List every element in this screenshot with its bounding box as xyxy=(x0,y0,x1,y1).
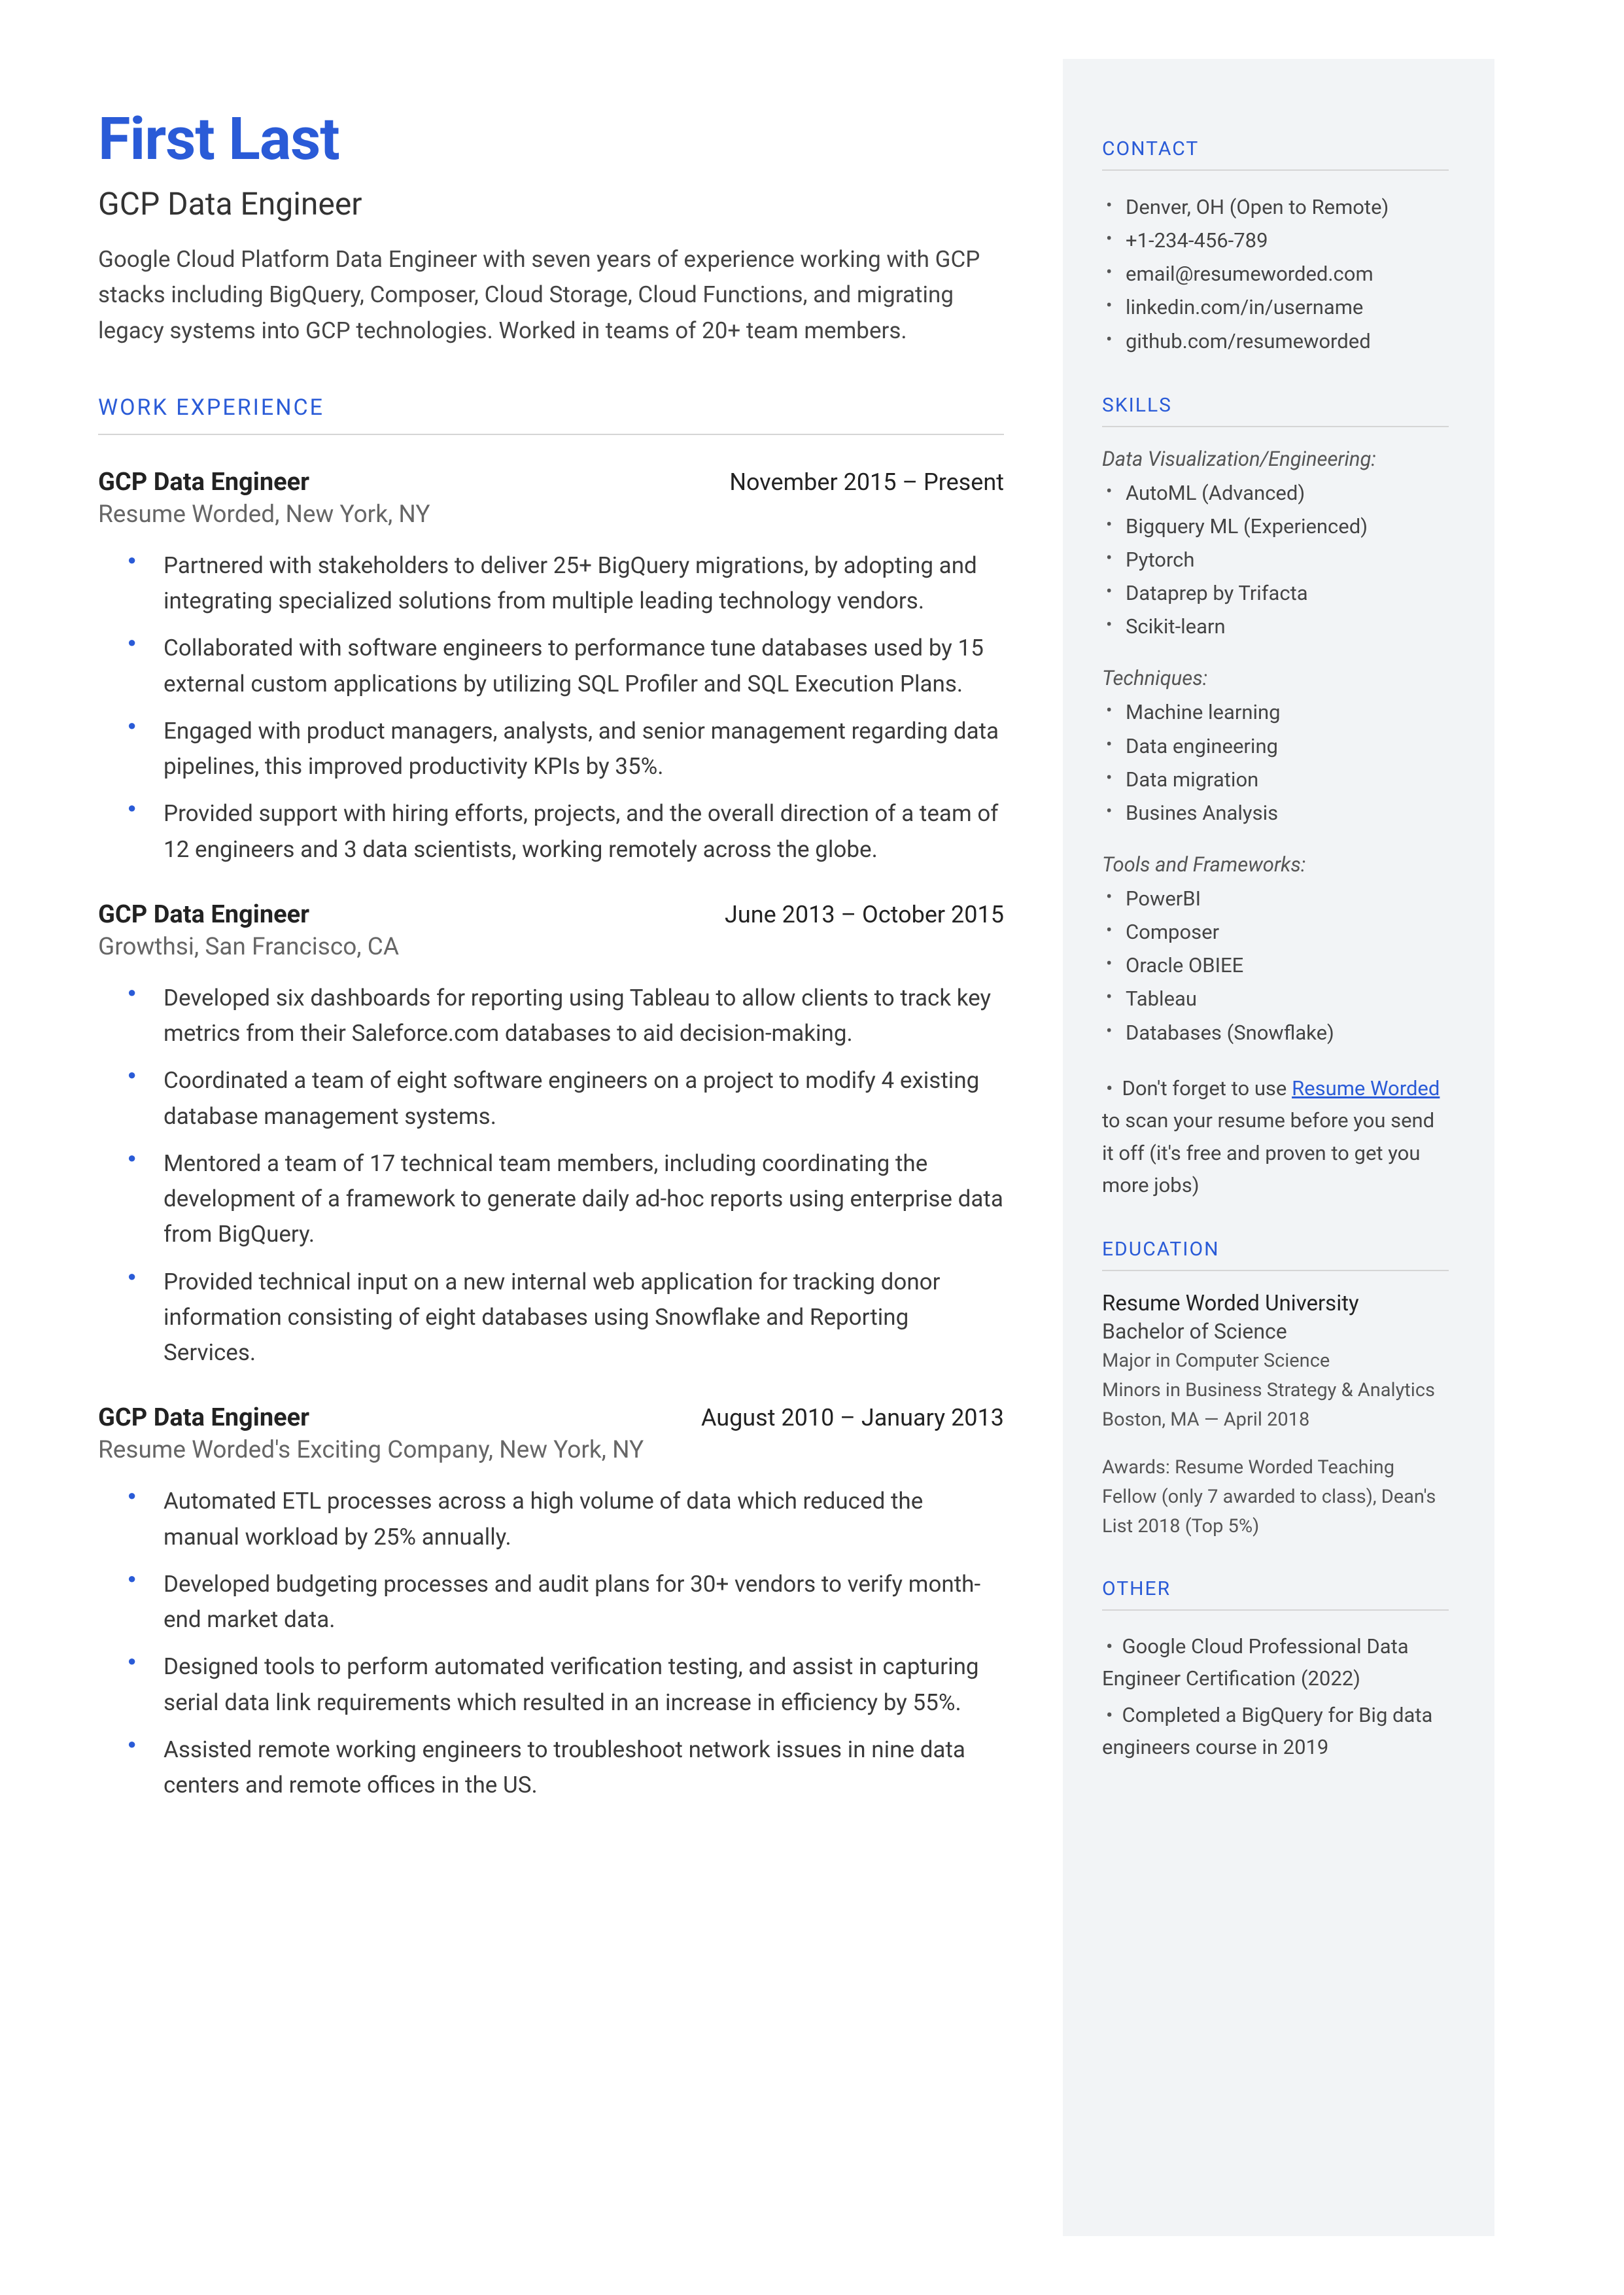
skill-item: Tableau xyxy=(1102,982,1449,1015)
skill-item: Machine learning xyxy=(1102,695,1449,729)
skill-item: Dataprep by Trifacta xyxy=(1102,576,1449,610)
education-heading: EDUCATION xyxy=(1102,1238,1449,1261)
skill-item: Composer xyxy=(1102,915,1449,949)
contact-section: CONTACT Denver, OH (Open to Remote)+1-23… xyxy=(1102,137,1449,358)
education-major: Major in Computer Science xyxy=(1102,1346,1449,1376)
job-bullet: Collaborated with software engineers to … xyxy=(164,631,1004,702)
job-bullet: Partnered with stakeholders to deliver 2… xyxy=(164,548,1004,620)
job-entry: GCP Data Engineer June 2013 – October 201… xyxy=(98,900,1004,1371)
contact-item: email@resumeworded.com xyxy=(1102,257,1449,290)
divider xyxy=(1102,1270,1449,1271)
skills-group-title: Data Visualization/Engineering: xyxy=(1102,447,1449,471)
other-item: Google Cloud Professional Data Engineer … xyxy=(1102,1630,1449,1695)
contact-item: Denver, OH (Open to Remote) xyxy=(1102,190,1449,224)
education-minor: Minors in Business Strategy & Analytics xyxy=(1102,1376,1449,1405)
job-company: Resume Worded, New York, NY xyxy=(98,500,1004,529)
divider xyxy=(98,434,1004,435)
job-title: GCP Data Engineer xyxy=(98,1403,309,1432)
skills-note: Don't forget to use Resume Worded to sca… xyxy=(1102,1072,1449,1202)
skills-group-list: AutoML (Advanced)Bigquery ML (Experience… xyxy=(1102,476,1449,644)
main-column: First Last GCP Data Engineer Google Clou… xyxy=(0,0,1063,2295)
skills-group-list: Machine learningData engineeringData mig… xyxy=(1102,695,1449,830)
contact-item: +1-234-456-789 xyxy=(1102,224,1449,257)
job-dates: November 2015 – Present xyxy=(729,468,1004,496)
education-awards: Awards: Resume Worded Teaching Fellow (o… xyxy=(1102,1453,1449,1541)
job-company: Growthsi, San Francisco, CA xyxy=(98,933,1004,961)
job-entry: GCP Data Engineer November 2015 – Present… xyxy=(98,468,1004,867)
job-bullet: Designed tools to perform automated veri… xyxy=(164,1649,1004,1721)
summary-text: Google Cloud Platform Data Engineer with… xyxy=(98,242,1004,349)
work-experience-heading: WORK EXPERIENCE xyxy=(98,394,1004,421)
other-section: OTHER Google Cloud Professional Data Eng… xyxy=(1102,1577,1449,1764)
job-dates: August 2010 – January 2013 xyxy=(701,1404,1004,1431)
job-dates: June 2013 – October 2015 xyxy=(725,901,1004,928)
job-bullets: Partnered with stakeholders to deliver 2… xyxy=(98,548,1004,867)
skills-group: Data Visualization/Engineering: AutoML (A… xyxy=(1102,447,1449,644)
education-location: Boston, MA — April 2018 xyxy=(1102,1405,1449,1435)
skill-item: Scikit-learn xyxy=(1102,610,1449,643)
job-entry: GCP Data Engineer August 2010 – January 2… xyxy=(98,1403,1004,1803)
job-bullet: Provided technical input on a new intern… xyxy=(164,1265,1004,1371)
other-heading: OTHER xyxy=(1102,1577,1449,1600)
job-bullet: Developed budgeting processes and audit … xyxy=(164,1567,1004,1638)
contact-heading: CONTACT xyxy=(1102,137,1449,160)
job-bullet: Automated ETL processes across a high vo… xyxy=(164,1484,1004,1555)
skill-item: Bigquery ML (Experienced) xyxy=(1102,510,1449,543)
job-bullet: Developed six dashboards for reporting u… xyxy=(164,981,1004,1052)
skills-group-list: PowerBIComposerOracle OBIEETableauDataba… xyxy=(1102,882,1449,1049)
divider xyxy=(1102,426,1449,427)
jobs-list: GCP Data Engineer November 2015 – Present… xyxy=(98,468,1004,1804)
contact-item: github.com/resumeworded xyxy=(1102,324,1449,358)
skill-item: PowerBI xyxy=(1102,882,1449,915)
education-school: Resume Worded University xyxy=(1102,1291,1449,1316)
skill-item: Data migration xyxy=(1102,763,1449,796)
skills-section: SKILLS Data Visualization/Engineering: Au… xyxy=(1102,394,1449,1202)
skills-group-title: Tools and Frameworks: xyxy=(1102,852,1449,877)
skill-item: AutoML (Advanced) xyxy=(1102,476,1449,510)
skills-heading: SKILLS xyxy=(1102,394,1449,417)
skills-group: Techniques: Machine learningData engineer… xyxy=(1102,666,1449,830)
job-bullets: Developed six dashboards for reporting u… xyxy=(98,981,1004,1371)
job-title: GCP Data Engineer xyxy=(98,900,309,929)
skill-item: Oracle OBIEE xyxy=(1102,949,1449,982)
other-list: Google Cloud Professional Data Engineer … xyxy=(1102,1630,1449,1764)
skill-item: Busines Analysis xyxy=(1102,796,1449,830)
job-bullet: Assisted remote working engineers to tro… xyxy=(164,1732,1004,1804)
job-bullet: Coordinated a team of eight software eng… xyxy=(164,1063,1004,1134)
skill-item: Pytorch xyxy=(1102,543,1449,576)
education-block: Resume Worded University Bachelor of Sci… xyxy=(1102,1291,1449,1435)
contact-item: linkedin.com/in/username xyxy=(1102,290,1449,324)
resume-worded-link[interactable]: Resume Worded xyxy=(1292,1076,1440,1100)
candidate-name: First Last xyxy=(98,105,1004,173)
education-degree: Bachelor of Science xyxy=(1102,1319,1449,1344)
candidate-title: GCP Data Engineer xyxy=(98,185,1004,222)
job-bullet: Mentored a team of 17 technical team mem… xyxy=(164,1146,1004,1253)
divider xyxy=(1102,169,1449,171)
divider xyxy=(1102,1609,1449,1611)
job-bullets: Automated ETL processes across a high vo… xyxy=(98,1484,1004,1803)
education-section: EDUCATION Resume Worded University Bache… xyxy=(1102,1238,1449,1541)
skill-item: Databases (Snowflake) xyxy=(1102,1016,1449,1049)
other-item: Completed a BigQuery for Big data engine… xyxy=(1102,1699,1449,1764)
skills-group-title: Techniques: xyxy=(1102,666,1449,690)
skill-item: Data engineering xyxy=(1102,729,1449,763)
contact-list: Denver, OH (Open to Remote)+1-234-456-78… xyxy=(1102,190,1449,358)
skills-group: Tools and Frameworks: PowerBIComposerOrac… xyxy=(1102,852,1449,1049)
sidebar-column: CONTACT Denver, OH (Open to Remote)+1-23… xyxy=(1063,59,1494,2236)
job-bullet: Provided support with hiring efforts, pr… xyxy=(164,796,1004,867)
skills-groups: Data Visualization/Engineering: AutoML (A… xyxy=(1102,447,1449,1049)
job-bullet: Engaged with product managers, analysts,… xyxy=(164,714,1004,785)
job-company: Resume Worded's Exciting Company, New Yo… xyxy=(98,1436,1004,1464)
job-title: GCP Data Engineer xyxy=(98,468,309,497)
